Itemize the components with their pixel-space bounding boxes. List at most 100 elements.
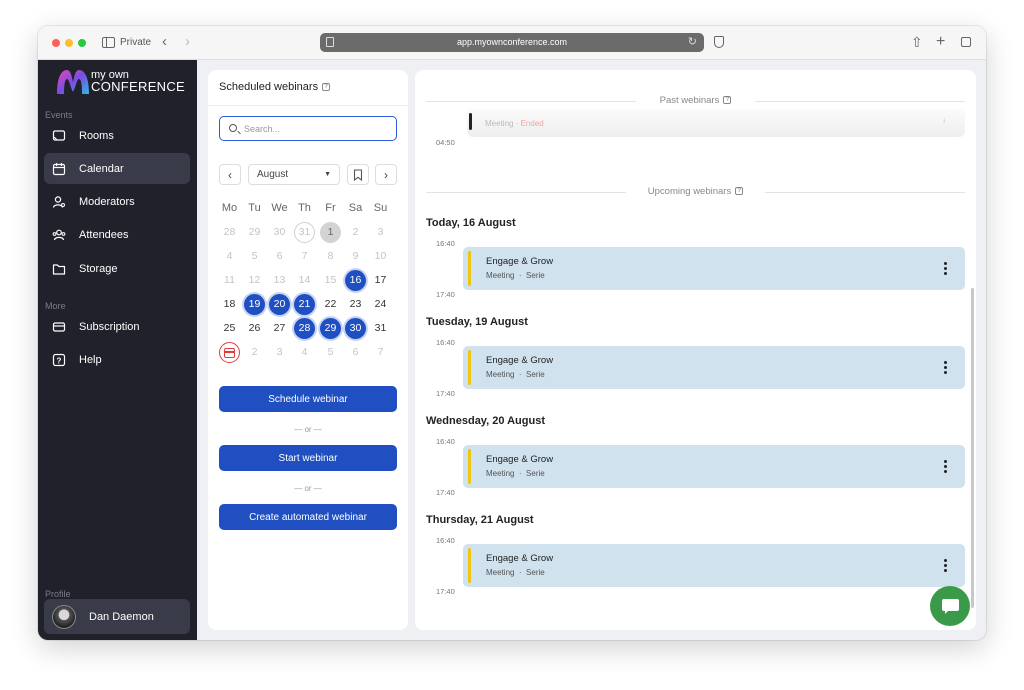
more-options-icon[interactable] [943, 262, 947, 276]
calendar-day[interactable]: 3 [269, 342, 290, 363]
calendar-today-icon[interactable] [219, 342, 240, 363]
sidebar-item-label: Help [79, 353, 102, 366]
shield-icon[interactable] [714, 36, 724, 48]
event-card[interactable]: Engage & Grow Meeting · Serie [463, 445, 965, 488]
past-webinar-item[interactable]: Meeting · Ended ↓ [467, 109, 965, 137]
scrollbar[interactable] [971, 288, 974, 608]
upcoming-webinars-separator: Upcoming webinars? [426, 186, 965, 198]
more-options-icon[interactable] [943, 559, 947, 573]
sidebar-item-storage[interactable]: Storage [44, 253, 190, 284]
scheduled-webinars-panel: Scheduled webinars? ‹ August ▼ › Mo Tu We T… [208, 70, 408, 630]
search-box [219, 116, 397, 141]
bookmark-button[interactable] [347, 164, 369, 185]
calendar-day[interactable]: 15 [320, 270, 341, 291]
calendar-day[interactable]: 10 [370, 246, 391, 267]
event-card[interactable]: Engage & Grow Meeting · Serie [463, 346, 965, 389]
sidebar-item-label: Rooms [79, 129, 114, 142]
event-card[interactable]: Engage & Grow Meeting · Serie [463, 544, 965, 587]
share-icon[interactable]: ⇧ [911, 34, 923, 50]
calendar-day[interactable]: 30 [345, 318, 366, 339]
search-input[interactable] [244, 121, 392, 137]
calendar-day[interactable]: 3 [370, 222, 391, 243]
sidebar-toggle-icon[interactable] [102, 37, 115, 48]
calendar-day[interactable]: 27 [269, 318, 290, 339]
sidebar-item-subscription[interactable]: Subscription [44, 311, 190, 342]
help-icon[interactable]: ? [723, 96, 732, 105]
sidebar-item-help[interactable]: ? Help [44, 344, 190, 375]
calendar-day[interactable]: 5 [320, 342, 341, 363]
section-label-more: More [45, 301, 66, 311]
calendar-day[interactable]: 1 [320, 222, 341, 243]
arrow-down-icon[interactable]: ↓ [942, 115, 946, 124]
calendar-day[interactable]: 29 [320, 318, 341, 339]
prev-month-button[interactable]: ‹ [219, 164, 241, 185]
calendar-day[interactable]: 17 [370, 270, 391, 291]
event-type: Meeting [486, 370, 515, 379]
day-heading: Tuesday, 19 August [426, 316, 528, 328]
calendar-day[interactable]: 6 [345, 342, 366, 363]
profile-card[interactable]: Dan Daemon [44, 599, 190, 634]
sidebar-item-calendar[interactable]: Calendar [44, 153, 190, 184]
calendar-day[interactable]: 4 [294, 342, 315, 363]
event-card[interactable]: Engage & Grow Meeting · Serie [463, 247, 965, 290]
address-bar[interactable]: app.myownconference.com ↻ [320, 33, 704, 52]
back-arrow-icon[interactable]: ‹ [162, 34, 167, 50]
chat-button[interactable] [930, 586, 970, 626]
calendar-day[interactable]: 11 [219, 270, 240, 291]
user-icon [52, 195, 65, 208]
next-month-button[interactable]: › [375, 164, 397, 185]
month-select[interactable]: August ▼ [248, 164, 340, 185]
calendar-day[interactable]: 8 [320, 246, 341, 267]
calendar-day[interactable]: 2 [244, 342, 265, 363]
calendar-day[interactable]: 28 [294, 318, 315, 339]
help-icon[interactable]: ? [322, 83, 331, 92]
reload-icon[interactable]: ↻ [688, 35, 697, 48]
calendar-day[interactable]: 4 [219, 246, 240, 267]
start-webinar-button[interactable]: Start webinar [219, 445, 397, 471]
calendar-day[interactable]: 2 [345, 222, 366, 243]
calendar-day[interactable]: 20 [269, 294, 290, 315]
more-options-icon[interactable] [943, 361, 947, 375]
sidebar-item-moderators[interactable]: Moderators [44, 186, 190, 217]
calendar-day[interactable]: 25 [219, 318, 240, 339]
calendar-day[interactable]: 12 [244, 270, 265, 291]
calendar-day[interactable]: 30 [269, 222, 290, 243]
calendar-day[interactable]: 23 [345, 294, 366, 315]
zoom-window-button[interactable] [78, 39, 86, 47]
calendar-day[interactable]: 6 [269, 246, 290, 267]
tab-overview-icon[interactable] [961, 34, 971, 50]
calendar-day[interactable]: 5 [244, 246, 265, 267]
minimize-window-button[interactable] [65, 39, 73, 47]
users-icon [52, 229, 66, 240]
calendar-day[interactable]: 24 [370, 294, 391, 315]
event-start-time: 16:40 [436, 239, 455, 248]
calendar-day[interactable]: 18 [219, 294, 240, 315]
calendar-day[interactable]: 9 [345, 246, 366, 267]
event-color-bar [468, 449, 471, 484]
more-options-icon[interactable] [943, 460, 947, 474]
sidebar-item-rooms[interactable]: Rooms [44, 120, 190, 151]
calendar-day[interactable]: 29 [244, 222, 265, 243]
new-tab-icon[interactable]: + [936, 34, 945, 50]
calendar-day[interactable]: 14 [294, 270, 315, 291]
calendar-day[interactable]: 31 [294, 222, 315, 243]
calendar-day[interactable]: 31 [370, 318, 391, 339]
calendar-day[interactable]: 28 [219, 222, 240, 243]
divider [208, 105, 408, 106]
calendar-day[interactable]: 19 [244, 294, 265, 315]
sidebar-item-attendees[interactable]: Attendees [44, 219, 190, 250]
event-color-bar [468, 251, 471, 286]
create-automated-webinar-button[interactable]: Create automated webinar [219, 504, 397, 530]
calendar-day[interactable]: 22 [320, 294, 341, 315]
schedule-webinar-button[interactable]: Schedule webinar [219, 386, 397, 412]
calendar-day[interactable]: 16 [345, 270, 366, 291]
calendar-day[interactable]: 26 [244, 318, 265, 339]
calendar-day[interactable]: 7 [370, 342, 391, 363]
forward-arrow-icon[interactable]: › [185, 34, 190, 50]
calendar-day[interactable]: 21 [294, 294, 315, 315]
section-label-events: Events [45, 110, 73, 120]
calendar-day[interactable]: 7 [294, 246, 315, 267]
help-icon[interactable]: ? [735, 187, 744, 196]
calendar-day[interactable]: 13 [269, 270, 290, 291]
close-window-button[interactable] [52, 39, 60, 47]
